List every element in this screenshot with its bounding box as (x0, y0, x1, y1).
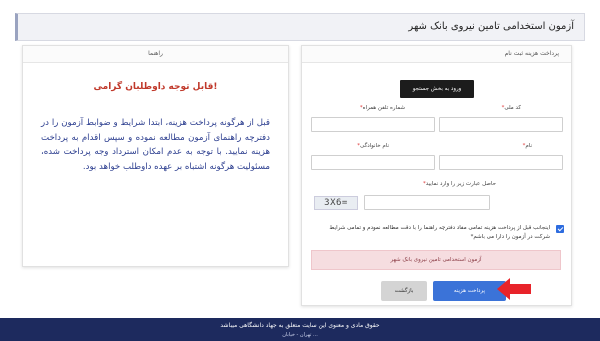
search-section-button[interactable]: ورود به بخش جستجو (400, 80, 474, 98)
back-button[interactable]: بازگشت (381, 281, 427, 301)
form-panel-title: پرداخت هزینه ثبت نام (302, 46, 571, 63)
captcha-image: 3X6= (314, 196, 358, 210)
national-code-label: کد ملی* (501, 105, 521, 111)
pay-button[interactable]: پرداخت هزینه (433, 281, 506, 301)
notice-body: قبل از هرگونه پرداخت هزینه، ابتدا شرایط … (41, 118, 270, 172)
first-name-label: نام* (522, 143, 532, 149)
agreement-checkbox[interactable] (556, 225, 564, 233)
phone-label: شماره تلفن همراه* (359, 105, 405, 111)
red-arrow-icon (497, 278, 531, 300)
agreement-text: اینجانب قبل از پرداخت هزینه تمامی مفاد د… (329, 225, 550, 240)
last-name-label: نام خانوادگی* (357, 143, 389, 149)
footer-copyright: حقوق مادی و معنوی این سایت متعلق به جهاد… (220, 322, 380, 329)
first-name-input[interactable] (439, 155, 563, 170)
guide-panel-title: راهنما (23, 46, 288, 63)
notice-title: قابل توجه داوطلبان گرامی! (93, 82, 218, 92)
national-code-input[interactable] (439, 117, 563, 132)
page-title-bar: آزمون استخدامی تامین نیروی بانک شهر (15, 13, 585, 41)
phone-input[interactable] (311, 117, 435, 132)
page-title: آزمون استخدامی تامین نیروی بانک شهر (408, 21, 574, 32)
payment-form-panel: پرداخت هزینه ثبت نام ورود به بخش جستجو ک… (301, 45, 572, 306)
footer: حقوق مادی و معنوی این سایت متعلق به جهاد… (0, 318, 600, 341)
captcha-label: حاصل عبارت زیر را وارد نمایید* (422, 181, 496, 187)
last-name-input[interactable] (311, 155, 435, 170)
exam-alert: آزمون استخدامی تامین نیروی بانک شهر (311, 250, 561, 270)
guide-panel: راهنما قابل توجه داوطلبان گرامی! قبل از … (22, 45, 289, 267)
captcha-input[interactable] (364, 195, 490, 210)
footer-address: تهران - خیابان ... (282, 332, 318, 338)
